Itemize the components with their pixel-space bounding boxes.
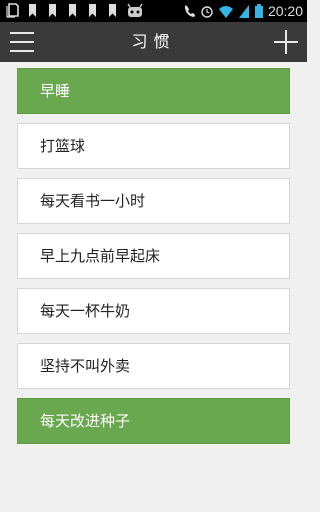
battery-icon	[254, 3, 263, 18]
plus-icon[interactable]	[274, 29, 298, 55]
android-icon	[127, 3, 143, 17]
habit-item[interactable]: 每天一杯牛奶	[17, 288, 290, 334]
bookmark-icon	[29, 4, 36, 17]
habit-item[interactable]: 早睡	[17, 68, 290, 114]
hamburger-menu-icon[interactable]	[10, 28, 34, 56]
bookmark-icon	[69, 4, 76, 17]
notification-icons	[6, 3, 144, 18]
app-toolbar: 习惯	[0, 22, 307, 62]
notification-icon	[6, 3, 19, 18]
status-time: 20:20	[267, 3, 303, 19]
system-icons: 20:20	[183, 2, 303, 20]
habit-item[interactable]: 每天看书一小时	[17, 178, 290, 224]
habit-item[interactable]: 早上九点前早起床	[17, 233, 290, 279]
habit-item[interactable]: 坚持不叫外卖	[17, 343, 290, 389]
wifi-icon	[218, 5, 233, 18]
page-title: 习惯	[131, 32, 176, 51]
phone-icon	[184, 5, 195, 17]
signal-icon	[238, 4, 249, 18]
habit-item[interactable]: 每天改进种子	[17, 398, 290, 444]
bookmark-icon	[109, 4, 116, 17]
habit-list: 早睡打篮球每天看书一小时 早上九点前早起床 每天一杯牛奶 坚持不叫外卖 每天改进种子	[17, 68, 290, 453]
bookmark-icon	[49, 4, 56, 17]
bookmark-icon	[89, 4, 96, 17]
status-bar: 20:20	[0, 0, 307, 22]
habit-item[interactable]: 打篮球	[17, 123, 290, 169]
alarm-icon	[201, 5, 213, 18]
